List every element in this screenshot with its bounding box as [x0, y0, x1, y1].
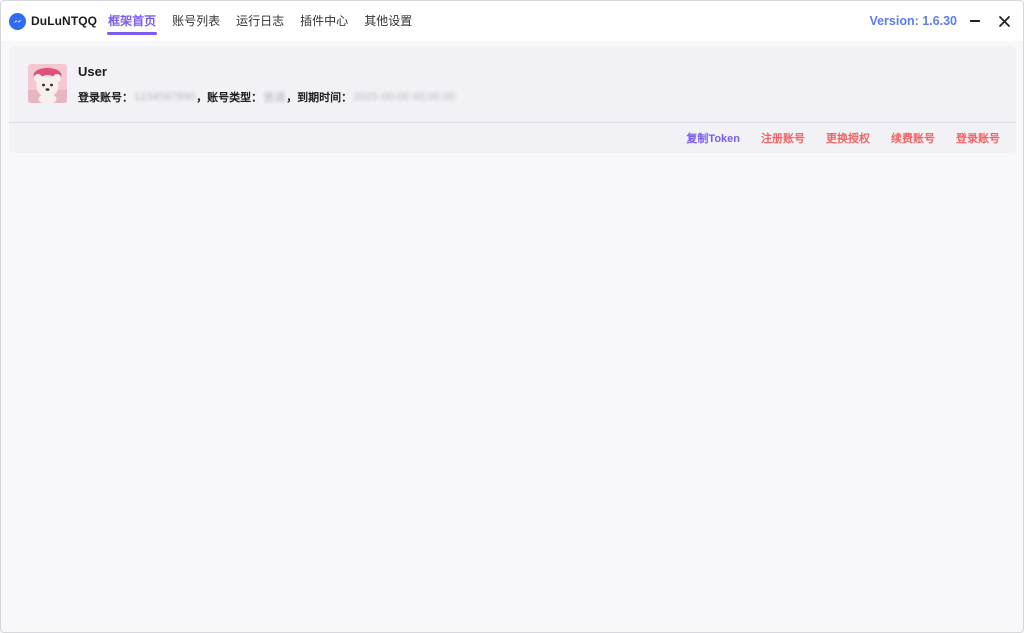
card-actions: 复制Token 注册账号 更换授权 续费账号 登录账号 — [665, 123, 1000, 153]
change-authorization-link[interactable]: 更换授权 — [826, 130, 870, 146]
close-button[interactable] — [995, 12, 1013, 30]
account-type-value: 普通 — [263, 92, 286, 104]
account-label: 登录账号： — [78, 92, 133, 104]
tab-other-settings[interactable]: 其他设置 — [364, 1, 412, 41]
tab-home[interactable]: 框架首页 — [107, 1, 158, 41]
main-tabs: 框架首页 账号列表 运行日志 插件中心 其他设置 — [107, 1, 428, 41]
tab-account-list[interactable]: 账号列表 — [172, 1, 220, 41]
tab-plugin-center[interactable]: 插件中心 — [300, 1, 348, 41]
user-card: User 登录账号： 1234567890 ，账号类型： 普通 ，到期时间： 2… — [9, 46, 1016, 153]
tab-run-log[interactable]: 运行日志 — [236, 1, 284, 41]
user-name: User — [78, 64, 107, 79]
brand: DuLuNTQQ — [9, 12, 98, 30]
expire-label: ，到期时间： — [286, 92, 353, 104]
title-bar: DuLuNTQQ 框架首页 账号列表 运行日志 插件中心 其他设置 Versio… — [1, 1, 1023, 41]
expire-value: 2025-00-00 00:00:00 — [353, 91, 456, 103]
account-type-label: ，账号类型： — [196, 92, 263, 104]
account-info: 登录账号： 1234567890 ，账号类型： 普通 ，到期时间： 2025-0… — [78, 89, 456, 105]
copy-token-link[interactable]: 复制Token — [686, 130, 740, 146]
renew-account-link[interactable]: 续费账号 — [891, 130, 935, 146]
minimize-button[interactable] — [966, 12, 984, 30]
messenger-logo-icon — [9, 12, 26, 30]
version-label: Version: 1.6.30 — [869, 14, 957, 28]
close-icon — [998, 15, 1010, 27]
avatar — [28, 64, 67, 103]
register-account-link[interactable]: 注册账号 — [761, 130, 805, 146]
minimize-icon — [970, 20, 980, 22]
login-account-link[interactable]: 登录账号 — [956, 130, 1000, 146]
app-name: DuLuNTQQ — [31, 14, 98, 28]
app-window: DuLuNTQQ 框架首页 账号列表 运行日志 插件中心 其他设置 Versio… — [0, 0, 1024, 633]
account-value: 1234567890 — [134, 91, 196, 103]
